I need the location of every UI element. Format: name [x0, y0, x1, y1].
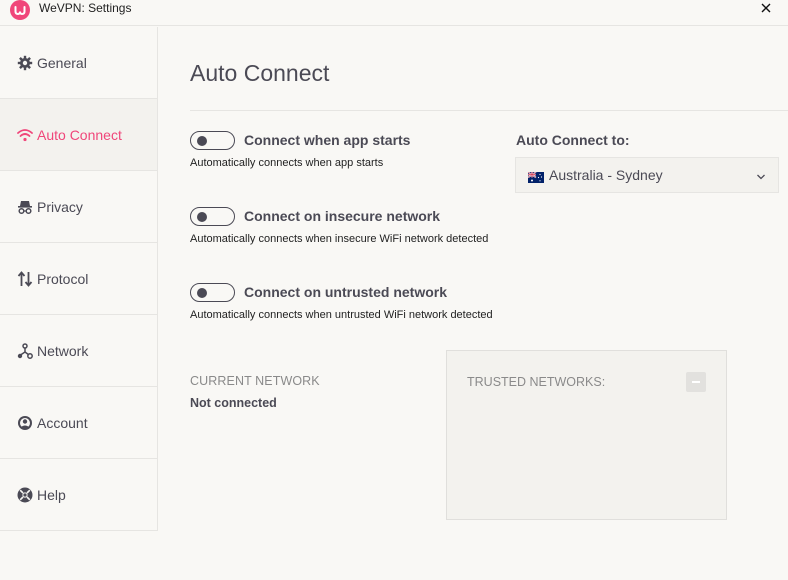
setting-connect-app-start: Connect when app starts Automatically co… [190, 130, 410, 169]
sidebar-item-network[interactable]: Network [0, 315, 158, 387]
wevpn-logo-icon [14, 6, 26, 16]
connect-app-start-toggle[interactable] [190, 130, 235, 150]
chevron-down-icon [756, 169, 766, 185]
page-title: Auto Connect [190, 60, 330, 86]
toggle-knob [197, 135, 207, 146]
sidebar-item-protocol[interactable]: Protocol [0, 243, 158, 315]
incognito-icon [17, 199, 33, 215]
setting-connect-untrusted: Connect on untrusted network Automatical… [190, 282, 493, 321]
australia-flag-icon [527, 170, 544, 183]
setting-label: Connect on insecure network [244, 208, 441, 224]
selected-location: Australia - Sydney [549, 167, 663, 183]
gear-icon [17, 55, 33, 71]
account-icon [17, 415, 33, 431]
close-button[interactable] [758, 0, 774, 16]
sidebar-item-label: Protocol [37, 270, 89, 287]
connect-insecure-toggle[interactable] [190, 206, 235, 226]
sidebar-item-label: General [37, 54, 87, 71]
sidebar-item-general[interactable]: General [0, 27, 158, 99]
sidebar-item-label: Network [37, 342, 89, 359]
auto-connect-to-label: Auto Connect to: [516, 132, 630, 148]
minus-icon [692, 381, 700, 383]
sidebar-item-label: Account [37, 414, 88, 431]
window-title: WeVPN: Settings [39, 1, 132, 15]
sidebar: General Auto Connect Privacy Protocol Ne… [0, 27, 158, 531]
sidebar-item-privacy[interactable]: Privacy [0, 171, 158, 243]
setting-description: Automatically connects when app starts [190, 157, 384, 169]
setting-label: Connect when app starts [244, 132, 411, 148]
current-network-value: Not connected [190, 396, 277, 410]
sidebar-item-label: Privacy [37, 198, 83, 215]
sidebar-item-account[interactable]: Account [0, 387, 158, 459]
trusted-networks-panel: TRUSTED NETWORKS: [446, 350, 727, 520]
divider [190, 110, 788, 111]
toggle-knob [197, 287, 207, 298]
trusted-networks-label: TRUSTED NETWORKS: [467, 375, 606, 389]
app-logo [10, 0, 30, 20]
setting-connect-insecure: Connect on insecure network Automaticall… [190, 206, 488, 245]
lifebuoy-icon [17, 487, 33, 503]
title-bar: WeVPN: Settings [0, 0, 788, 26]
current-network-label: CURRENT NETWORK [190, 374, 320, 388]
arrows-up-down-icon [17, 270, 33, 287]
auto-connect-location-select[interactable]: Australia - Sydney [515, 157, 779, 193]
connect-untrusted-toggle[interactable] [190, 282, 235, 302]
sidebar-item-help[interactable]: Help [0, 459, 158, 531]
setting-label: Connect on untrusted network [244, 284, 447, 300]
wifi-icon [17, 127, 33, 143]
setting-description: Automatically connects when untrusted Wi… [190, 309, 493, 321]
remove-trusted-network-button[interactable] [686, 372, 706, 392]
sidebar-item-label: Auto Connect [37, 126, 122, 143]
toggle-knob [197, 211, 207, 222]
sidebar-item-label: Help [37, 486, 66, 503]
network-icon [17, 342, 33, 359]
sidebar-item-auto-connect[interactable]: Auto Connect [0, 99, 158, 171]
close-icon [761, 3, 771, 13]
setting-description: Automatically connects when insecure WiF… [190, 233, 489, 245]
